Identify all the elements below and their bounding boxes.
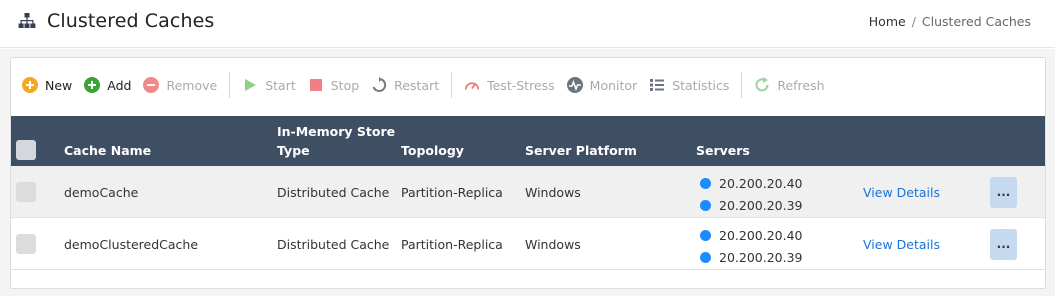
server-platform: Windows bbox=[525, 185, 581, 200]
server-ip: 20.200.20.40 bbox=[719, 227, 803, 243]
restart-button[interactable]: Restart bbox=[365, 70, 445, 100]
store-type: Distributed Cache bbox=[277, 185, 390, 200]
list-icon bbox=[649, 77, 665, 93]
status-dot-icon bbox=[700, 251, 711, 263]
view-details-link[interactable]: View Details bbox=[863, 185, 940, 200]
select-all-checkbox[interactable] bbox=[16, 140, 36, 160]
new-button[interactable]: New bbox=[16, 70, 78, 100]
column-header-store-type-line1[interactable]: In-Memory Store bbox=[277, 124, 395, 139]
row-checkbox[interactable] bbox=[16, 182, 36, 202]
stop-button[interactable]: Stop bbox=[302, 70, 365, 100]
more-actions-button[interactable]: ... bbox=[990, 177, 1017, 208]
toolbar-divider bbox=[741, 72, 743, 98]
toolbar: New Add Remove Start Stop Restart Test-S… bbox=[16, 66, 831, 104]
statistics-button[interactable]: Statistics bbox=[643, 70, 735, 100]
statistics-button-label: Statistics bbox=[672, 77, 730, 93]
more-actions-button[interactable]: ... bbox=[990, 229, 1017, 260]
stop-icon bbox=[308, 77, 324, 93]
server-platform: Windows bbox=[525, 237, 581, 252]
toolbar-divider bbox=[229, 72, 231, 98]
play-icon bbox=[242, 77, 258, 93]
breadcrumb-current: Clustered Caches bbox=[921, 14, 1031, 29]
server-item: 20.200.20.40 bbox=[700, 226, 803, 244]
server-ip: 20.200.20.39 bbox=[719, 197, 803, 213]
restart-button-label: Restart bbox=[394, 77, 440, 93]
server-item: 20.200.20.39 bbox=[700, 248, 803, 266]
table-row[interactable]: demoCache Distributed Cache Partition-Re… bbox=[11, 166, 1045, 218]
column-header-cache-name[interactable]: Cache Name bbox=[64, 143, 151, 158]
test-stress-button-label: Test-Stress bbox=[487, 77, 555, 93]
view-details-link[interactable]: View Details bbox=[863, 237, 940, 252]
breadcrumb-separator: / bbox=[911, 14, 916, 29]
status-dot-icon bbox=[700, 199, 711, 211]
test-stress-button[interactable]: Test-Stress bbox=[458, 70, 561, 100]
row-checkbox[interactable] bbox=[16, 234, 36, 254]
page-title: Clustered Caches bbox=[47, 10, 215, 32]
servers-list: 20.200.20.40 20.200.20.39 bbox=[700, 226, 803, 270]
add-button[interactable]: Add bbox=[78, 70, 137, 100]
table-row[interactable]: demoClusteredCache Distributed Cache Par… bbox=[11, 218, 1045, 270]
server-item: 20.200.20.40 bbox=[700, 174, 803, 192]
plus-circle-orange-icon bbox=[22, 77, 38, 93]
toolbar-divider bbox=[451, 72, 453, 98]
column-header-servers[interactable]: Servers bbox=[696, 143, 750, 158]
new-button-label: New bbox=[45, 77, 73, 93]
table-header: Cache Name In-Memory Store Type Topology… bbox=[11, 116, 1045, 166]
page-header: Clustered Caches Home / Clustered Caches bbox=[0, 0, 1055, 48]
title-wrap: Clustered Caches bbox=[18, 10, 214, 32]
start-button-label: Start bbox=[265, 77, 296, 93]
monitor-button[interactable]: Monitor bbox=[561, 70, 644, 100]
refresh-icon bbox=[754, 77, 770, 93]
server-item: 20.200.20.39 bbox=[700, 196, 803, 214]
column-header-topology[interactable]: Topology bbox=[401, 143, 464, 158]
minus-circle-red-icon bbox=[143, 77, 160, 93]
store-type: Distributed Cache bbox=[277, 237, 390, 252]
monitor-icon bbox=[566, 77, 583, 93]
refresh-button-label: Refresh bbox=[777, 77, 825, 93]
monitor-button-label: Monitor bbox=[589, 77, 638, 93]
status-dot-icon bbox=[700, 177, 711, 189]
restart-icon bbox=[371, 77, 387, 93]
plus-circle-green-icon bbox=[84, 77, 101, 93]
caches-table: Cache Name In-Memory Store Type Topology… bbox=[11, 116, 1045, 270]
server-ip: 20.200.20.39 bbox=[719, 249, 803, 265]
status-dot-icon bbox=[700, 229, 711, 241]
server-ip: 20.200.20.40 bbox=[719, 175, 803, 191]
cache-name: demoClusteredCache bbox=[64, 237, 199, 252]
remove-button-label: Remove bbox=[166, 77, 218, 93]
remove-button[interactable]: Remove bbox=[137, 70, 223, 100]
breadcrumb: Home / Clustered Caches bbox=[869, 14, 1031, 29]
start-button[interactable]: Start bbox=[236, 70, 302, 100]
topology: Partition-Replica bbox=[401, 237, 503, 252]
column-header-store-type-line2[interactable]: Type bbox=[277, 143, 310, 158]
add-button-label: Add bbox=[107, 77, 132, 93]
breadcrumb-home[interactable]: Home bbox=[869, 14, 906, 29]
sitemap-icon bbox=[18, 13, 36, 28]
stop-button-label: Stop bbox=[330, 77, 360, 93]
refresh-button[interactable]: Refresh bbox=[748, 70, 830, 100]
topology: Partition-Replica bbox=[401, 185, 503, 200]
column-header-server-platform[interactable]: Server Platform bbox=[525, 143, 637, 158]
servers-list: 20.200.20.40 20.200.20.39 bbox=[700, 174, 803, 218]
gauge-icon bbox=[464, 77, 480, 93]
cache-name: demoCache bbox=[64, 185, 139, 200]
